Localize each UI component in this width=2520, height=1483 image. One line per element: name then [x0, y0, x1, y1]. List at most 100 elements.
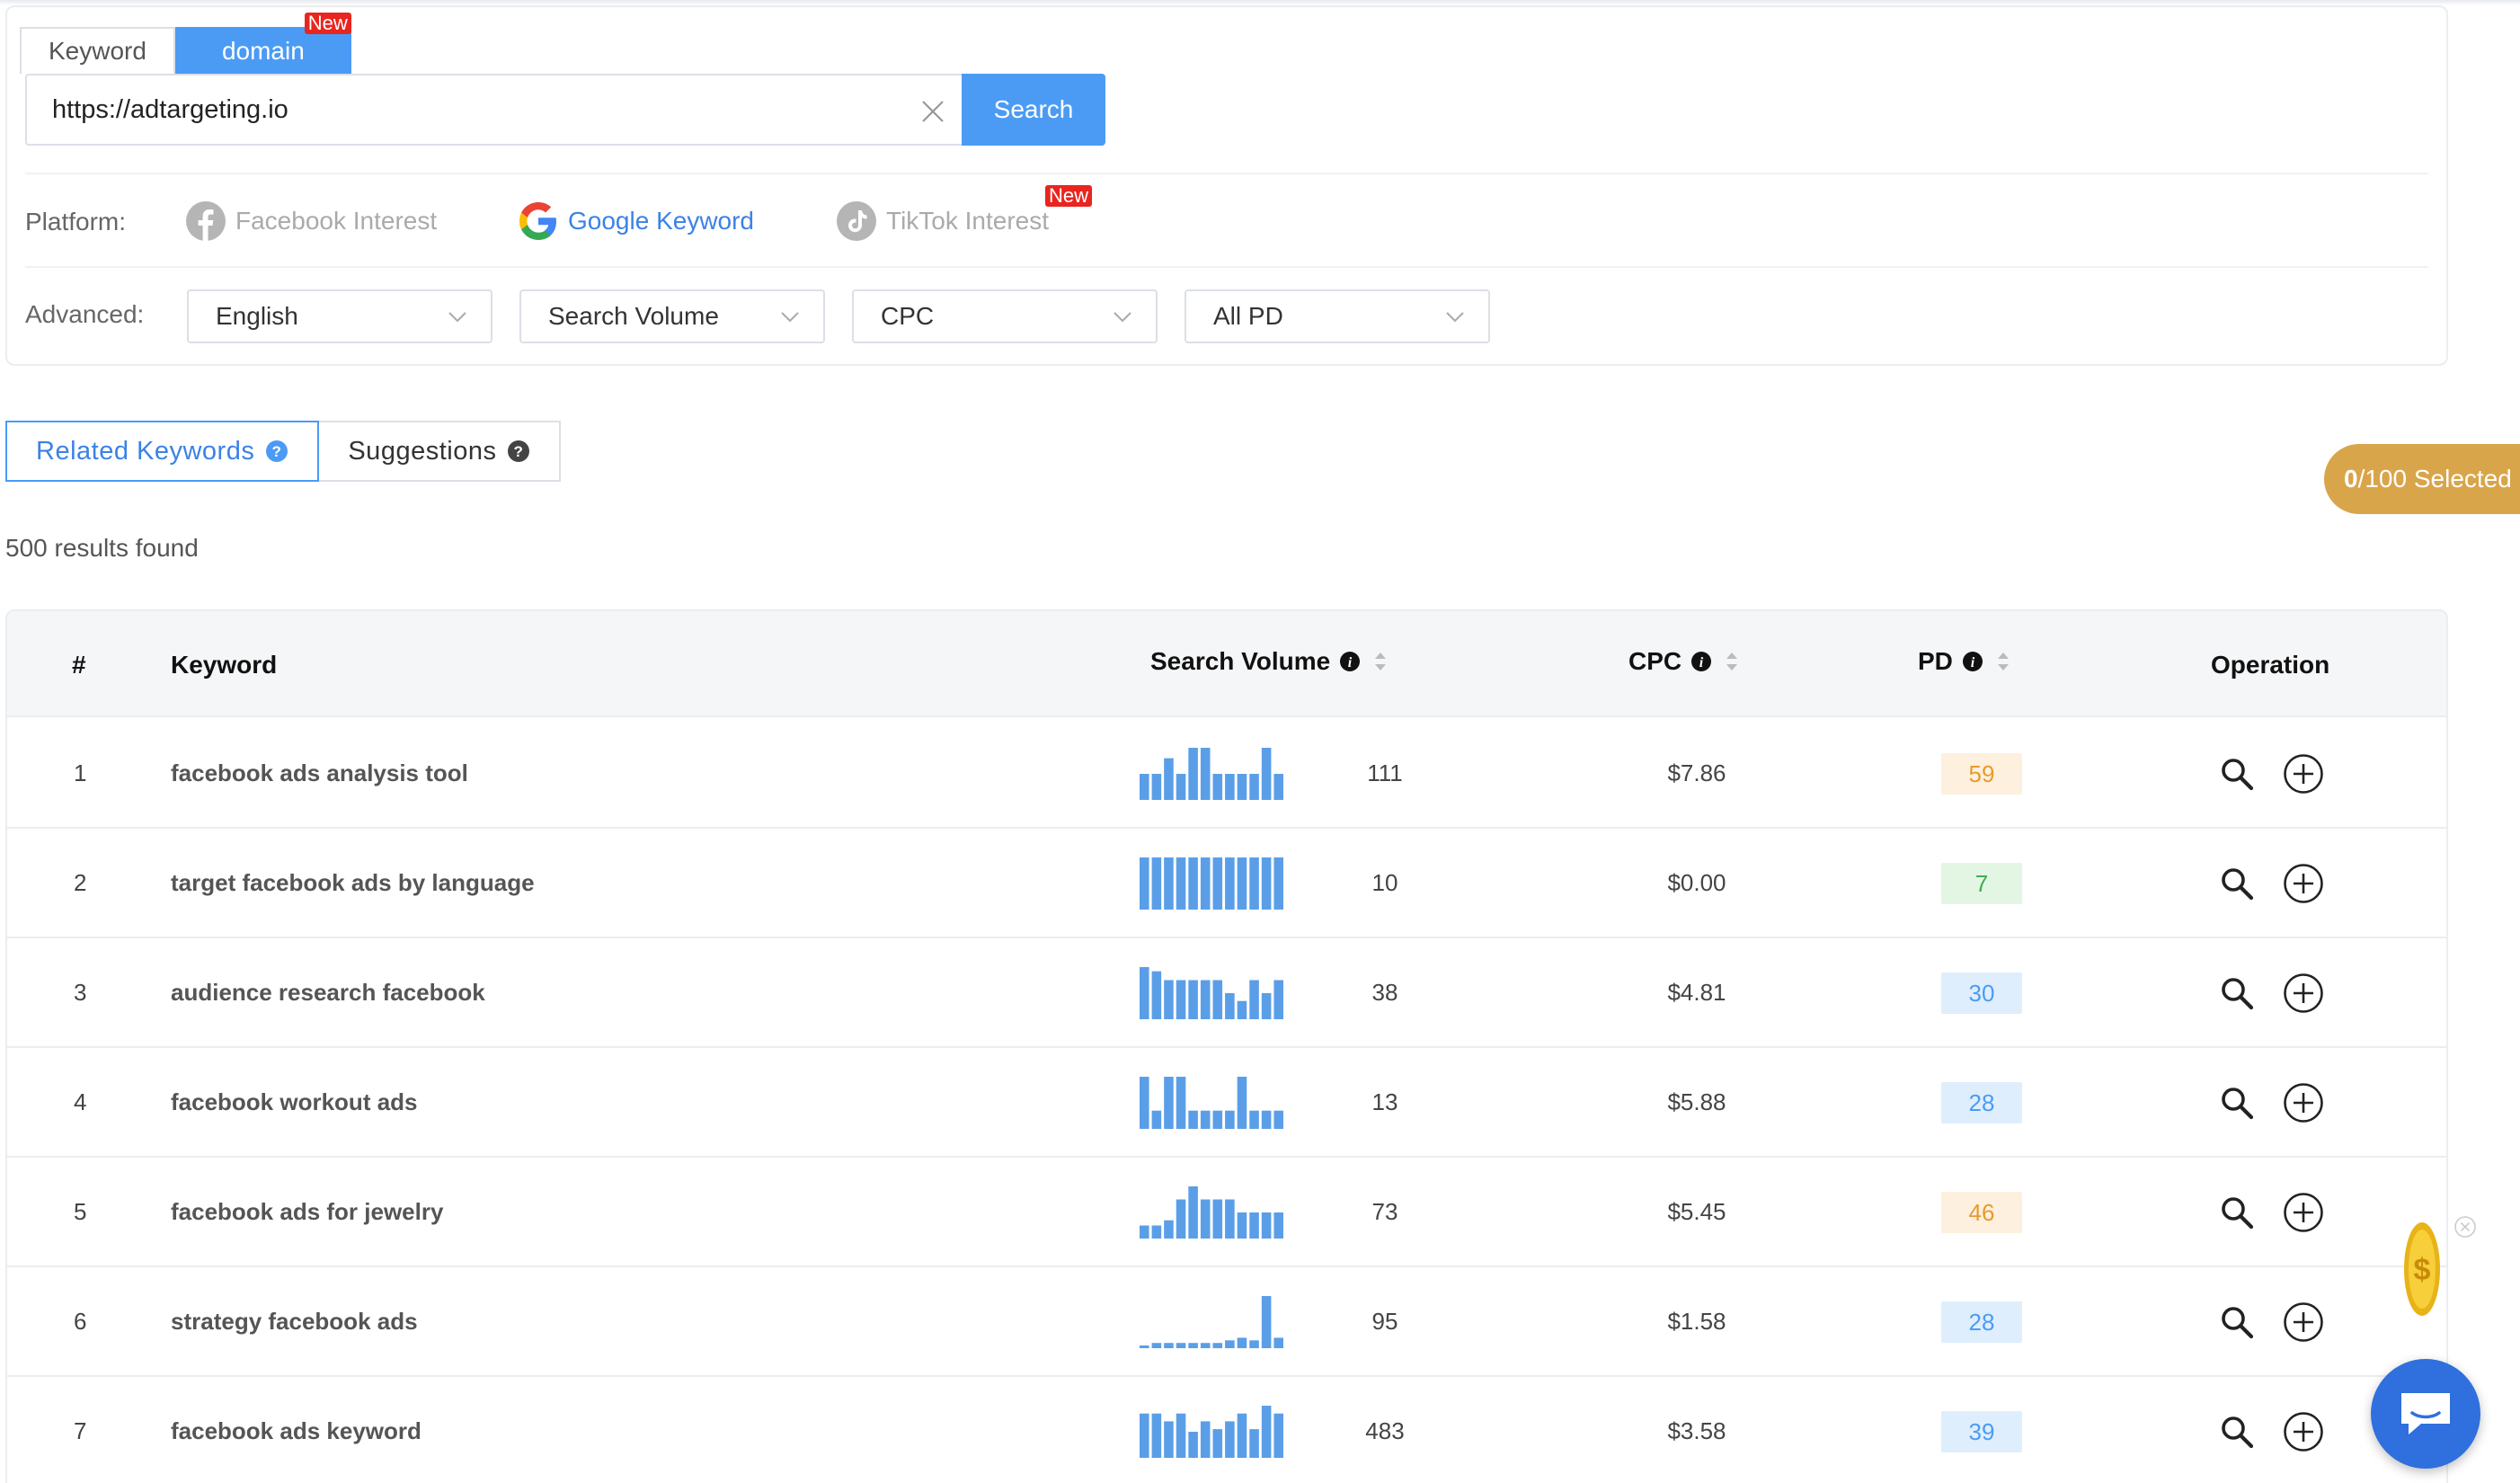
table-row: 2 target facebook ads by language 10 $0.00 7	[7, 829, 2446, 938]
add-icon[interactable]	[2283, 1192, 2324, 1233]
trend-bar	[1140, 1077, 1149, 1129]
search-icon[interactable]	[2220, 1305, 2254, 1339]
column-header-cpc[interactable]: CPC i	[1628, 647, 1741, 676]
platform-facebook-interest[interactable]: Facebook Interest	[185, 198, 437, 244]
trend-bar	[1164, 1421, 1174, 1458]
add-icon[interactable]	[2283, 1082, 2324, 1123]
row-index: 5	[74, 1198, 87, 1225]
result-tabs: Related Keywords ? Suggestions ?	[5, 421, 562, 482]
row-index: 2	[74, 869, 87, 896]
trend-bar	[1140, 857, 1149, 910]
pd-badge: 30	[1941, 972, 2022, 1014]
language-select[interactable]: English	[187, 289, 492, 343]
trend-bar	[1151, 774, 1162, 800]
trend-bar	[1237, 1413, 1247, 1458]
row-keyword[interactable]: facebook workout ads	[171, 1048, 418, 1156]
trend-bar	[1212, 1110, 1223, 1129]
info-icon[interactable]: i	[1339, 651, 1361, 672]
row-keyword[interactable]: audience research facebook	[171, 938, 485, 1046]
trend-bar	[1273, 980, 1283, 1019]
domain-input[interactable]	[52, 75, 897, 144]
sort-icon[interactable]	[1994, 649, 2012, 674]
row-keyword[interactable]: facebook ads keyword	[171, 1377, 421, 1483]
trend-bar	[1225, 1421, 1235, 1458]
trend-bar	[1225, 1110, 1235, 1129]
search-icon[interactable]	[2220, 757, 2254, 791]
search-volume-select[interactable]: Search Volume	[519, 289, 825, 343]
search-icon[interactable]	[2220, 866, 2254, 901]
add-icon[interactable]	[2283, 1411, 2324, 1452]
cpc-select-value: CPC	[881, 302, 935, 330]
platform-google-keyword[interactable]: Google Keyword	[518, 198, 754, 244]
trend-bar	[1188, 1186, 1198, 1239]
tiktok-icon	[837, 201, 876, 241]
trend-bar	[1237, 1077, 1247, 1129]
pd-badge: 7	[1941, 863, 2022, 904]
language-select-value: English	[216, 302, 298, 330]
row-keyword[interactable]: facebook ads analysis tool	[171, 719, 468, 827]
add-icon[interactable]	[2283, 863, 2324, 904]
selected-counter[interactable]: 0/100 Selected	[2324, 444, 2520, 514]
search-icon[interactable]	[2220, 1415, 2254, 1449]
tab-suggestions[interactable]: Suggestions ?	[319, 421, 562, 482]
tab-keyword[interactable]: Keyword	[20, 27, 175, 74]
trend-bar	[1212, 1199, 1223, 1239]
info-icon[interactable]: i	[1962, 651, 1983, 672]
add-icon[interactable]	[2283, 972, 2324, 1014]
coin-reward-icon[interactable]: $	[2401, 1221, 2443, 1318]
pd-badge: 28	[1941, 1082, 2022, 1123]
help-icon[interactable]: ?	[507, 440, 530, 463]
trend-bar	[1261, 1406, 1272, 1458]
row-keyword[interactable]: facebook ads for jewelry	[171, 1158, 443, 1265]
search-icon[interactable]	[2220, 1195, 2254, 1230]
sort-icon[interactable]	[1371, 649, 1389, 674]
row-cpc: $3.58	[1667, 1417, 1726, 1444]
svg-text:i: i	[1971, 655, 1975, 670]
add-icon[interactable]	[2283, 1301, 2324, 1343]
tab-related-keywords[interactable]: Related Keywords ?	[5, 421, 320, 482]
chat-button[interactable]	[2371, 1359, 2480, 1469]
chat-icon	[2401, 1393, 2450, 1434]
trend-bar	[1237, 1000, 1247, 1019]
trend-bar	[1261, 857, 1272, 910]
column-header-search-volume[interactable]: Search Volume i	[1150, 647, 1389, 676]
trend-bar	[1237, 857, 1247, 910]
tab-related-keywords-label: Related Keywords	[36, 437, 255, 466]
facebook-icon	[186, 201, 226, 241]
trend-bar	[1151, 1343, 1162, 1348]
trend-bar	[1164, 1343, 1174, 1348]
help-icon[interactable]: ?	[265, 440, 288, 463]
trend-bar	[1151, 857, 1162, 910]
trend-bar	[1237, 774, 1247, 800]
platform-tiktok-interest[interactable]: TikTok Interest New	[836, 185, 1093, 244]
trend-bar	[1176, 774, 1186, 800]
trend-bar	[1164, 1077, 1174, 1129]
column-header-pd[interactable]: PD i	[1918, 647, 2012, 676]
table-row: 5 facebook ads for jewelry 73 $5.45 46	[7, 1158, 2446, 1267]
clear-icon[interactable]	[920, 99, 945, 124]
svg-text:?: ?	[272, 443, 282, 460]
trend-bar	[1273, 1212, 1283, 1239]
search-icon[interactable]	[2220, 1086, 2254, 1120]
tab-domain[interactable]: domain New	[174, 13, 351, 74]
sort-icon[interactable]	[1723, 649, 1741, 674]
trend-bar	[1212, 1343, 1223, 1348]
trend-bar	[1140, 967, 1149, 1019]
search-mode-tabs: Keyword domain New	[20, 13, 351, 74]
trend-bar	[1225, 993, 1235, 1019]
search-icon[interactable]	[2220, 976, 2254, 1010]
close-icon[interactable]	[2453, 1215, 2477, 1239]
cpc-header-label: CPC	[1628, 647, 1682, 675]
trend-bar	[1212, 857, 1223, 910]
search-button[interactable]: Search	[962, 74, 1105, 146]
pd-select[interactable]: All PD	[1185, 289, 1490, 343]
trend-bar	[1237, 1212, 1247, 1239]
cpc-select[interactable]: CPC	[852, 289, 1158, 343]
trend-bar	[1200, 980, 1211, 1019]
info-icon[interactable]: i	[1690, 651, 1712, 672]
row-keyword[interactable]: strategy facebook ads	[171, 1267, 418, 1375]
row-keyword[interactable]: target facebook ads by language	[171, 829, 535, 937]
trend-bar	[1188, 1110, 1198, 1129]
trend-bar	[1225, 857, 1235, 910]
add-icon[interactable]	[2283, 753, 2324, 795]
